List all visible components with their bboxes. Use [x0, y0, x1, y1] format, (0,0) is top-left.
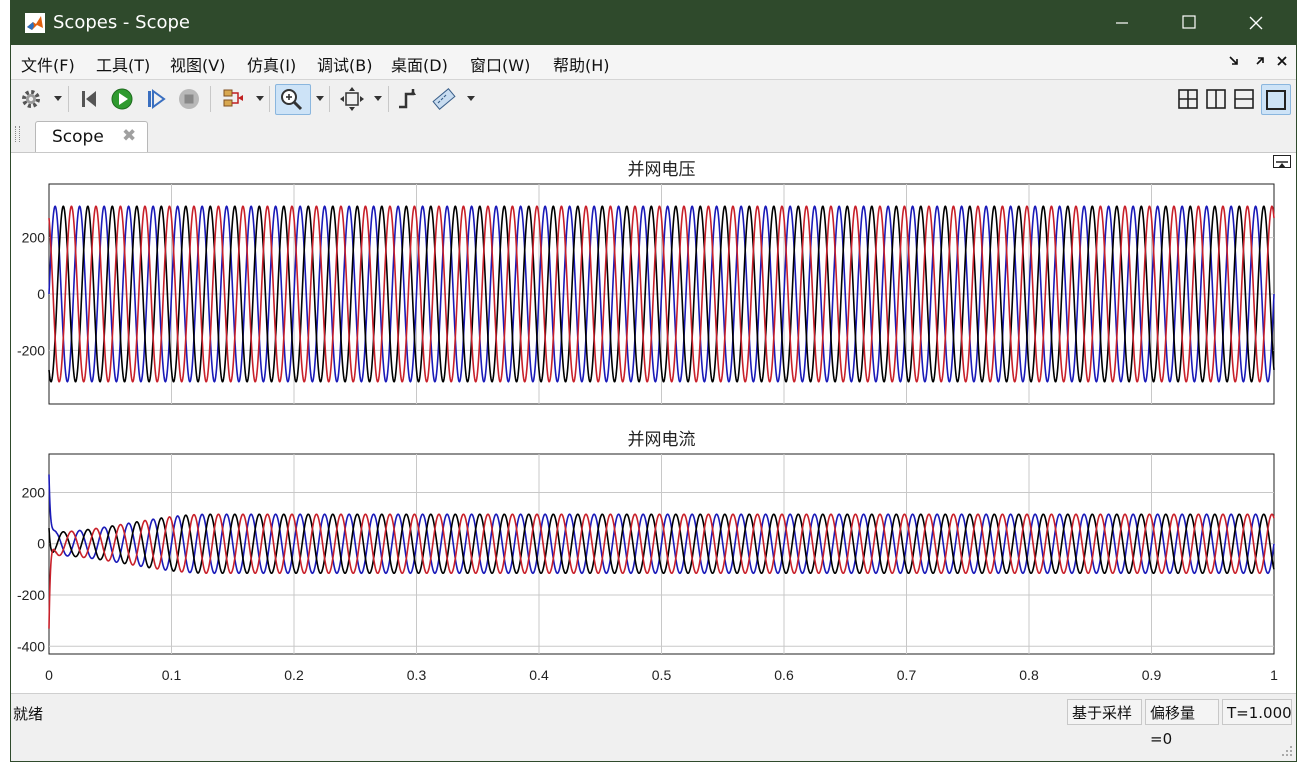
status-bar: 就绪 基于采样 偏移量=0 T=1.000 [11, 693, 1296, 761]
signal-selector-icon[interactable] [220, 86, 246, 112]
minimize-icon [1116, 22, 1128, 24]
layout-grid-icon[interactable] [1175, 86, 1201, 112]
close-button[interactable] [1223, 1, 1289, 45]
plot-title: 并网电流 [628, 430, 696, 450]
menu-view[interactable]: 视图(V) [170, 52, 225, 76]
status-text: 就绪 [13, 705, 44, 723]
undock-icon[interactable] [1253, 54, 1267, 68]
tab-strip: Scope ✖ [11, 118, 1296, 152]
close-icon [1249, 16, 1263, 30]
x-tick-label: 0.4 [529, 667, 549, 683]
step-back-icon[interactable] [76, 86, 102, 112]
tab-label: Scope [52, 127, 104, 147]
x-tick-label: 0.6 [774, 667, 794, 683]
x-tick-label: 0.3 [407, 667, 427, 683]
x-tick-label: 0 [45, 667, 53, 683]
scope-window: Scopes - Scope 文件(F) 工具(T) 视图(V) 仿真(I) 调… [10, 0, 1297, 762]
menu-window[interactable]: 窗口(W) [470, 52, 530, 76]
autoscale-dropdown-icon[interactable] [374, 96, 382, 101]
x-tick-label: 0.7 [897, 667, 917, 683]
y-tick-label: 0 [37, 286, 45, 302]
x-tick-label: 0.9 [1142, 667, 1162, 683]
layout-rows-icon[interactable] [1231, 86, 1257, 112]
settings-icon[interactable] [18, 86, 44, 112]
window-title: Scopes - Scope [53, 12, 190, 33]
title-bar[interactable]: Scopes - Scope [11, 1, 1296, 45]
plot-area: 200 0 -200 并网电压 200 0 -200 -400 并网电流 0 0.1 0.2 0.3 0.… [11, 152, 1296, 693]
close-figure-icon[interactable] [1275, 54, 1289, 68]
matlab-logo-icon [25, 13, 45, 33]
restore-axes-button[interactable] [1273, 155, 1291, 168]
y-tick-label: 200 [22, 230, 46, 246]
menu-simulation[interactable]: 仿真(I) [247, 52, 296, 76]
x-tick-label: 1 [1270, 667, 1278, 683]
layout-single-icon [1266, 90, 1286, 110]
autoscale-icon[interactable] [339, 86, 365, 112]
step-forward-icon[interactable] [143, 86, 169, 112]
plot-title: 并网电压 [628, 160, 696, 180]
tab-grip[interactable] [15, 126, 20, 142]
x-tick-label: 0.1 [162, 667, 182, 683]
layout-columns-icon[interactable] [1203, 86, 1229, 112]
measurements-icon[interactable] [431, 86, 457, 112]
x-tick-label: 0.2 [284, 667, 304, 683]
layout-single-button[interactable] [1261, 84, 1291, 115]
tab-scope[interactable]: Scope ✖ [35, 121, 148, 152]
y-tick-label: 200 [22, 484, 46, 500]
menu-file[interactable]: 文件(F) [21, 52, 75, 76]
measurements-dropdown-icon[interactable] [467, 96, 475, 101]
y-tick-label: -200 [17, 342, 45, 358]
zoom-button[interactable] [275, 84, 311, 115]
x-tick-label: 0.8 [1019, 667, 1039, 683]
menu-desktop[interactable]: 桌面(D) [391, 52, 448, 76]
restore-icon [1276, 161, 1288, 168]
menu-tools[interactable]: 工具(T) [96, 52, 150, 76]
sample-mode: 基于采样 [1067, 699, 1142, 725]
tab-close-icon[interactable]: ✖ [122, 126, 136, 146]
y-tick-label: -400 [17, 638, 45, 654]
dock-icon[interactable] [1227, 54, 1241, 68]
y-tick-label: -200 [17, 587, 45, 603]
scope-plots[interactable]: 200 0 -200 并网电压 200 0 -200 -400 并网电流 0 0.1 0.2 0.3 0.… [11, 153, 1297, 693]
menu-help[interactable]: 帮助(H) [553, 52, 610, 76]
resize-grip-icon[interactable] [1281, 745, 1293, 757]
minimize-button[interactable] [1089, 1, 1155, 45]
settings-dropdown-icon[interactable] [54, 96, 62, 101]
menu-bar: 文件(F) 工具(T) 视图(V) 仿真(I) 调试(B) 桌面(D) 窗口(W… [11, 45, 1296, 80]
zoom-in-icon [281, 89, 303, 111]
maximize-button[interactable] [1156, 1, 1222, 45]
toolbar [11, 80, 1296, 119]
menu-debug[interactable]: 调试(B) [317, 52, 372, 76]
zoom-dropdown-icon[interactable] [316, 96, 324, 101]
y-tick-label: 0 [37, 536, 45, 552]
offset-readout: 偏移量=0 [1145, 699, 1219, 748]
signal-dropdown-icon[interactable] [256, 96, 264, 101]
run-icon[interactable] [109, 86, 135, 112]
triggers-icon[interactable] [396, 86, 422, 112]
x-tick-label: 0.5 [652, 667, 672, 683]
maximize-icon [1182, 15, 1196, 29]
time-readout: T=1.000 [1222, 699, 1292, 725]
stop-icon[interactable] [176, 86, 202, 112]
